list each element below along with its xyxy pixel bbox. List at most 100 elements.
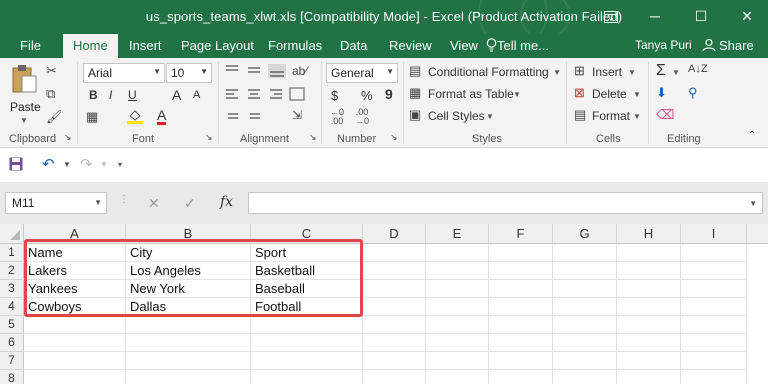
cell-i1[interactable] <box>681 244 747 262</box>
collapse-ribbon-icon[interactable]: ⌃ <box>748 130 756 141</box>
cell-f5[interactable] <box>489 316 553 334</box>
row-header-6[interactable]: 6 <box>0 334 24 352</box>
orientation-icon[interactable]: ab⁄ <box>292 64 307 78</box>
tab-page-layout[interactable]: Page Layout <box>181 38 254 53</box>
cell-h4[interactable] <box>617 298 681 316</box>
cell-b7[interactable] <box>126 352 251 370</box>
tab-review[interactable]: Review <box>389 38 432 53</box>
dialog-launcher-icon[interactable]: ↘ <box>64 132 72 143</box>
cell-c2[interactable]: Basketball <box>251 262 363 280</box>
cell-g7[interactable] <box>553 352 617 370</box>
font-family-dropdown[interactable]: Arial ▼ <box>83 63 165 83</box>
cell-f2[interactable] <box>489 262 553 280</box>
tab-formulas[interactable]: Formulas <box>268 38 322 53</box>
column-header-c[interactable]: C <box>251 224 363 244</box>
cell-a4[interactable]: Cowboys <box>24 298 126 316</box>
cell-c8[interactable] <box>251 370 363 384</box>
cell-c5[interactable] <box>251 316 363 334</box>
column-header-f[interactable]: F <box>489 224 553 244</box>
cell-g8[interactable] <box>553 370 617 384</box>
dialog-launcher-icon[interactable]: ↘ <box>309 132 317 143</box>
column-header-h[interactable]: H <box>617 224 681 244</box>
cell-d1[interactable] <box>363 244 426 262</box>
cell-f4[interactable] <box>489 298 553 316</box>
cell-i2[interactable] <box>681 262 747 280</box>
cell-a6[interactable] <box>24 334 126 352</box>
cell-a2[interactable]: Lakers <box>24 262 126 280</box>
cell-f7[interactable] <box>489 352 553 370</box>
name-box[interactable]: M11 ▼ <box>5 192 107 214</box>
row-header-5[interactable]: 5 <box>0 316 24 334</box>
cell-h3[interactable] <box>617 280 681 298</box>
tell-me-box[interactable]: Tell me... <box>497 38 549 53</box>
cell-e7[interactable] <box>426 352 489 370</box>
cell-b1[interactable]: City <box>126 244 251 262</box>
cell-a7[interactable] <box>24 352 126 370</box>
cell-i5[interactable] <box>681 316 747 334</box>
cell-d2[interactable] <box>363 262 426 280</box>
dialog-launcher-icon[interactable]: ↘ <box>205 132 213 143</box>
chevron-down-icon[interactable]: ▼ <box>100 160 108 169</box>
tab-home[interactable]: Home <box>63 34 118 59</box>
number-format-dropdown[interactable]: General ▼ <box>326 63 398 83</box>
customize-toolbar-icon[interactable]: ▾ <box>118 160 122 169</box>
cell-e2[interactable] <box>426 262 489 280</box>
user-name[interactable]: Tanya Puri <box>635 38 692 52</box>
cell-i7[interactable] <box>681 352 747 370</box>
borders-icon[interactable]: ▦ <box>86 109 98 125</box>
cell-b2[interactable]: Los Angeles <box>126 262 251 280</box>
cell-c1[interactable]: Sport <box>251 244 363 262</box>
wrap-text-icon[interactable]: ⇲ <box>292 108 302 122</box>
cell-a5[interactable] <box>24 316 126 334</box>
cell-g5[interactable] <box>553 316 617 334</box>
cell-g4[interactable] <box>553 298 617 316</box>
cell-h5[interactable] <box>617 316 681 334</box>
cell-f1[interactable] <box>489 244 553 262</box>
cell-c3[interactable]: Baseball <box>251 280 363 298</box>
format-painter-icon[interactable]: 🖌 <box>46 109 63 125</box>
cell-i8[interactable] <box>681 370 747 384</box>
format-cells-button[interactable]: Format <box>592 109 630 123</box>
share-button[interactable]: Share <box>719 38 754 53</box>
save-icon[interactable] <box>9 157 23 174</box>
font-color-button[interactable]: A <box>157 108 167 125</box>
confirm-entry-button[interactable]: ✓ <box>184 195 196 212</box>
cell-b6[interactable] <box>126 334 251 352</box>
cell-i6[interactable] <box>681 334 747 352</box>
row-header-1[interactable]: 1 <box>0 244 24 262</box>
insert-function-button[interactable]: fx <box>220 194 233 210</box>
cell-e6[interactable] <box>426 334 489 352</box>
shrink-font-button[interactable]: A <box>193 89 200 101</box>
currency-button[interactable]: $ <box>331 88 338 103</box>
font-size-dropdown[interactable]: 10 ▼ <box>166 63 212 83</box>
dialog-launcher-icon[interactable]: ↘ <box>390 132 398 143</box>
column-header-b[interactable]: B <box>126 224 251 244</box>
column-header-a[interactable]: A <box>24 224 126 244</box>
cell-g2[interactable] <box>553 262 617 280</box>
tab-data[interactable]: Data <box>340 38 367 53</box>
cell-b5[interactable] <box>126 316 251 334</box>
cell-f6[interactable] <box>489 334 553 352</box>
cell-e5[interactable] <box>426 316 489 334</box>
tab-insert[interactable]: Insert <box>129 38 162 53</box>
cell-i4[interactable] <box>681 298 747 316</box>
row-header-2[interactable]: 2 <box>0 262 24 280</box>
clear-icon[interactable]: ⌫ <box>656 107 674 123</box>
cell-h1[interactable] <box>617 244 681 262</box>
chevron-down-icon[interactable]: ▼ <box>63 160 71 169</box>
cell-d6[interactable] <box>363 334 426 352</box>
column-header-e[interactable]: E <box>426 224 489 244</box>
increase-decimal-icon[interactable]: ←0.00 <box>330 108 344 126</box>
fill-icon[interactable]: ⬇ <box>656 85 667 101</box>
delete-cells-button[interactable]: Delete <box>592 87 627 101</box>
cut-icon[interactable]: ✂ <box>46 63 57 79</box>
cell-a3[interactable]: Yankees <box>24 280 126 298</box>
copy-icon[interactable]: ⧉ <box>46 86 55 102</box>
column-header-i[interactable]: I <box>681 224 747 244</box>
autosum-button[interactable]: Σ <box>656 62 666 80</box>
cell-e1[interactable] <box>426 244 489 262</box>
cell-g3[interactable] <box>553 280 617 298</box>
cell-e3[interactable] <box>426 280 489 298</box>
cell-i3[interactable] <box>681 280 747 298</box>
select-all-corner[interactable] <box>0 224 24 244</box>
